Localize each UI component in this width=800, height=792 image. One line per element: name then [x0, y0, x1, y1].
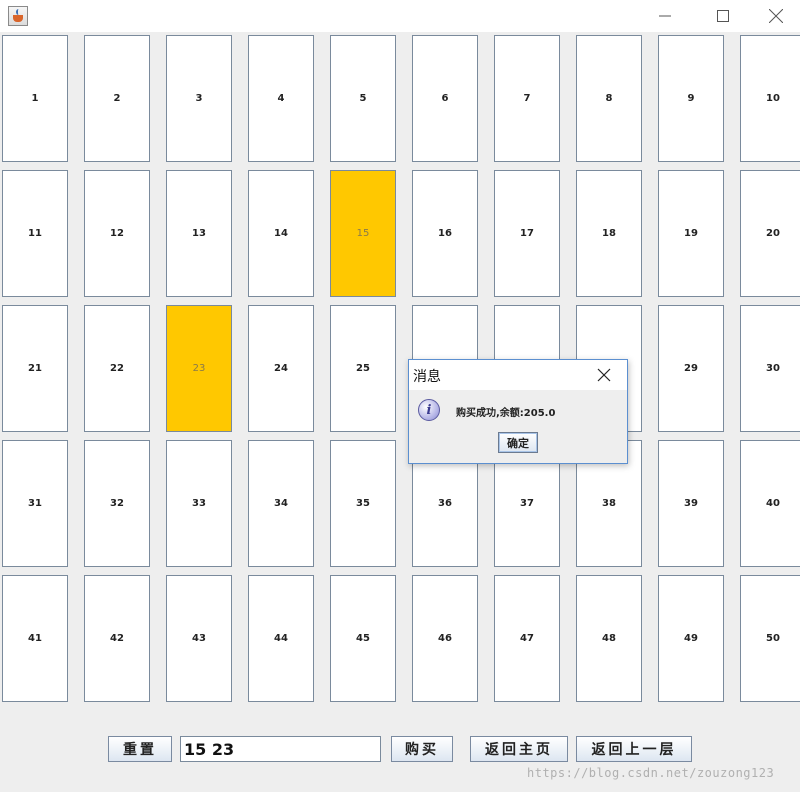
buy-button[interactable]: 购买	[391, 736, 453, 762]
seat-button[interactable]: 17	[494, 170, 560, 297]
seat-button[interactable]: 4	[248, 35, 314, 162]
window-title-bar	[0, 0, 800, 32]
seat-button[interactable]: 16	[412, 170, 478, 297]
info-icon: i	[418, 399, 440, 421]
reset-button[interactable]: 重置	[108, 736, 172, 762]
seat-button[interactable]: 23	[166, 305, 232, 432]
seat-button[interactable]: 31	[2, 440, 68, 567]
close-button[interactable]	[752, 0, 800, 32]
seat-button[interactable]: 20	[740, 170, 800, 297]
seat-button[interactable]: 13	[166, 170, 232, 297]
seat-button[interactable]: 5	[330, 35, 396, 162]
seat-button[interactable]: 48	[576, 575, 642, 702]
maximize-icon	[717, 10, 729, 22]
seat-button[interactable]: 15	[330, 170, 396, 297]
close-icon	[769, 9, 783, 23]
seat-number-input[interactable]	[180, 736, 381, 762]
seat-button[interactable]: 9	[658, 35, 724, 162]
java-coffee-cup-icon[interactable]	[8, 6, 28, 26]
return-home-button[interactable]: 返回主页	[470, 736, 568, 762]
dialog-title-bar: 消息	[409, 360, 627, 390]
seat-button[interactable]: 40	[740, 440, 800, 567]
maximize-button[interactable]	[694, 0, 752, 32]
seat-button[interactable]: 18	[576, 170, 642, 297]
minimize-icon	[659, 15, 671, 17]
seat-button[interactable]: 43	[166, 575, 232, 702]
seat-button[interactable]: 25	[330, 305, 396, 432]
seat-button[interactable]: 49	[658, 575, 724, 702]
seat-button[interactable]: 8	[576, 35, 642, 162]
seat-button[interactable]: 3	[166, 35, 232, 162]
seat-button[interactable]: 29	[658, 305, 724, 432]
seat-button[interactable]: 1	[2, 35, 68, 162]
seat-button[interactable]: 19	[658, 170, 724, 297]
seat-button[interactable]: 47	[494, 575, 560, 702]
seat-button[interactable]: 24	[248, 305, 314, 432]
seat-button[interactable]: 39	[658, 440, 724, 567]
seat-button[interactable]: 32	[84, 440, 150, 567]
seat-button[interactable]: 14	[248, 170, 314, 297]
dialog-message: 购买成功,余额:205.0	[456, 408, 556, 419]
seat-button[interactable]: 30	[740, 305, 800, 432]
watermark-text: https://blog.csdn.net/zouzong123	[527, 766, 775, 780]
close-icon	[597, 368, 611, 382]
seat-button[interactable]: 12	[84, 170, 150, 297]
seat-button[interactable]: 46	[412, 575, 478, 702]
dialog-ok-button[interactable]: 确定	[498, 432, 538, 453]
message-dialog: 消息 i 购买成功,余额:205.0 确定	[408, 359, 628, 464]
seat-button[interactable]: 22	[84, 305, 150, 432]
seat-button[interactable]: 11	[2, 170, 68, 297]
seat-button[interactable]: 41	[2, 575, 68, 702]
seat-button[interactable]: 34	[248, 440, 314, 567]
seat-button[interactable]: 6	[412, 35, 478, 162]
seat-grid: 1 2 3 4 5 6 7 8 9 10 11 12 13 14 15 16 17 18 19 20 21 22 23 24 2…	[0, 32, 800, 712]
minimize-button[interactable]	[636, 0, 694, 32]
return-previous-button[interactable]: 返回上一层	[576, 736, 692, 762]
seat-button[interactable]: 44	[248, 575, 314, 702]
seat-button[interactable]: 50	[740, 575, 800, 702]
dialog-close-button[interactable]	[595, 366, 613, 384]
seat-button[interactable]: 33	[166, 440, 232, 567]
seat-button[interactable]: 42	[84, 575, 150, 702]
seat-button[interactable]: 21	[2, 305, 68, 432]
seat-button[interactable]: 2	[84, 35, 150, 162]
seat-button[interactable]: 45	[330, 575, 396, 702]
seat-button[interactable]: 7	[494, 35, 560, 162]
seat-button[interactable]: 10	[740, 35, 800, 162]
seat-button[interactable]: 35	[330, 440, 396, 567]
dialog-title: 消息	[413, 369, 441, 385]
